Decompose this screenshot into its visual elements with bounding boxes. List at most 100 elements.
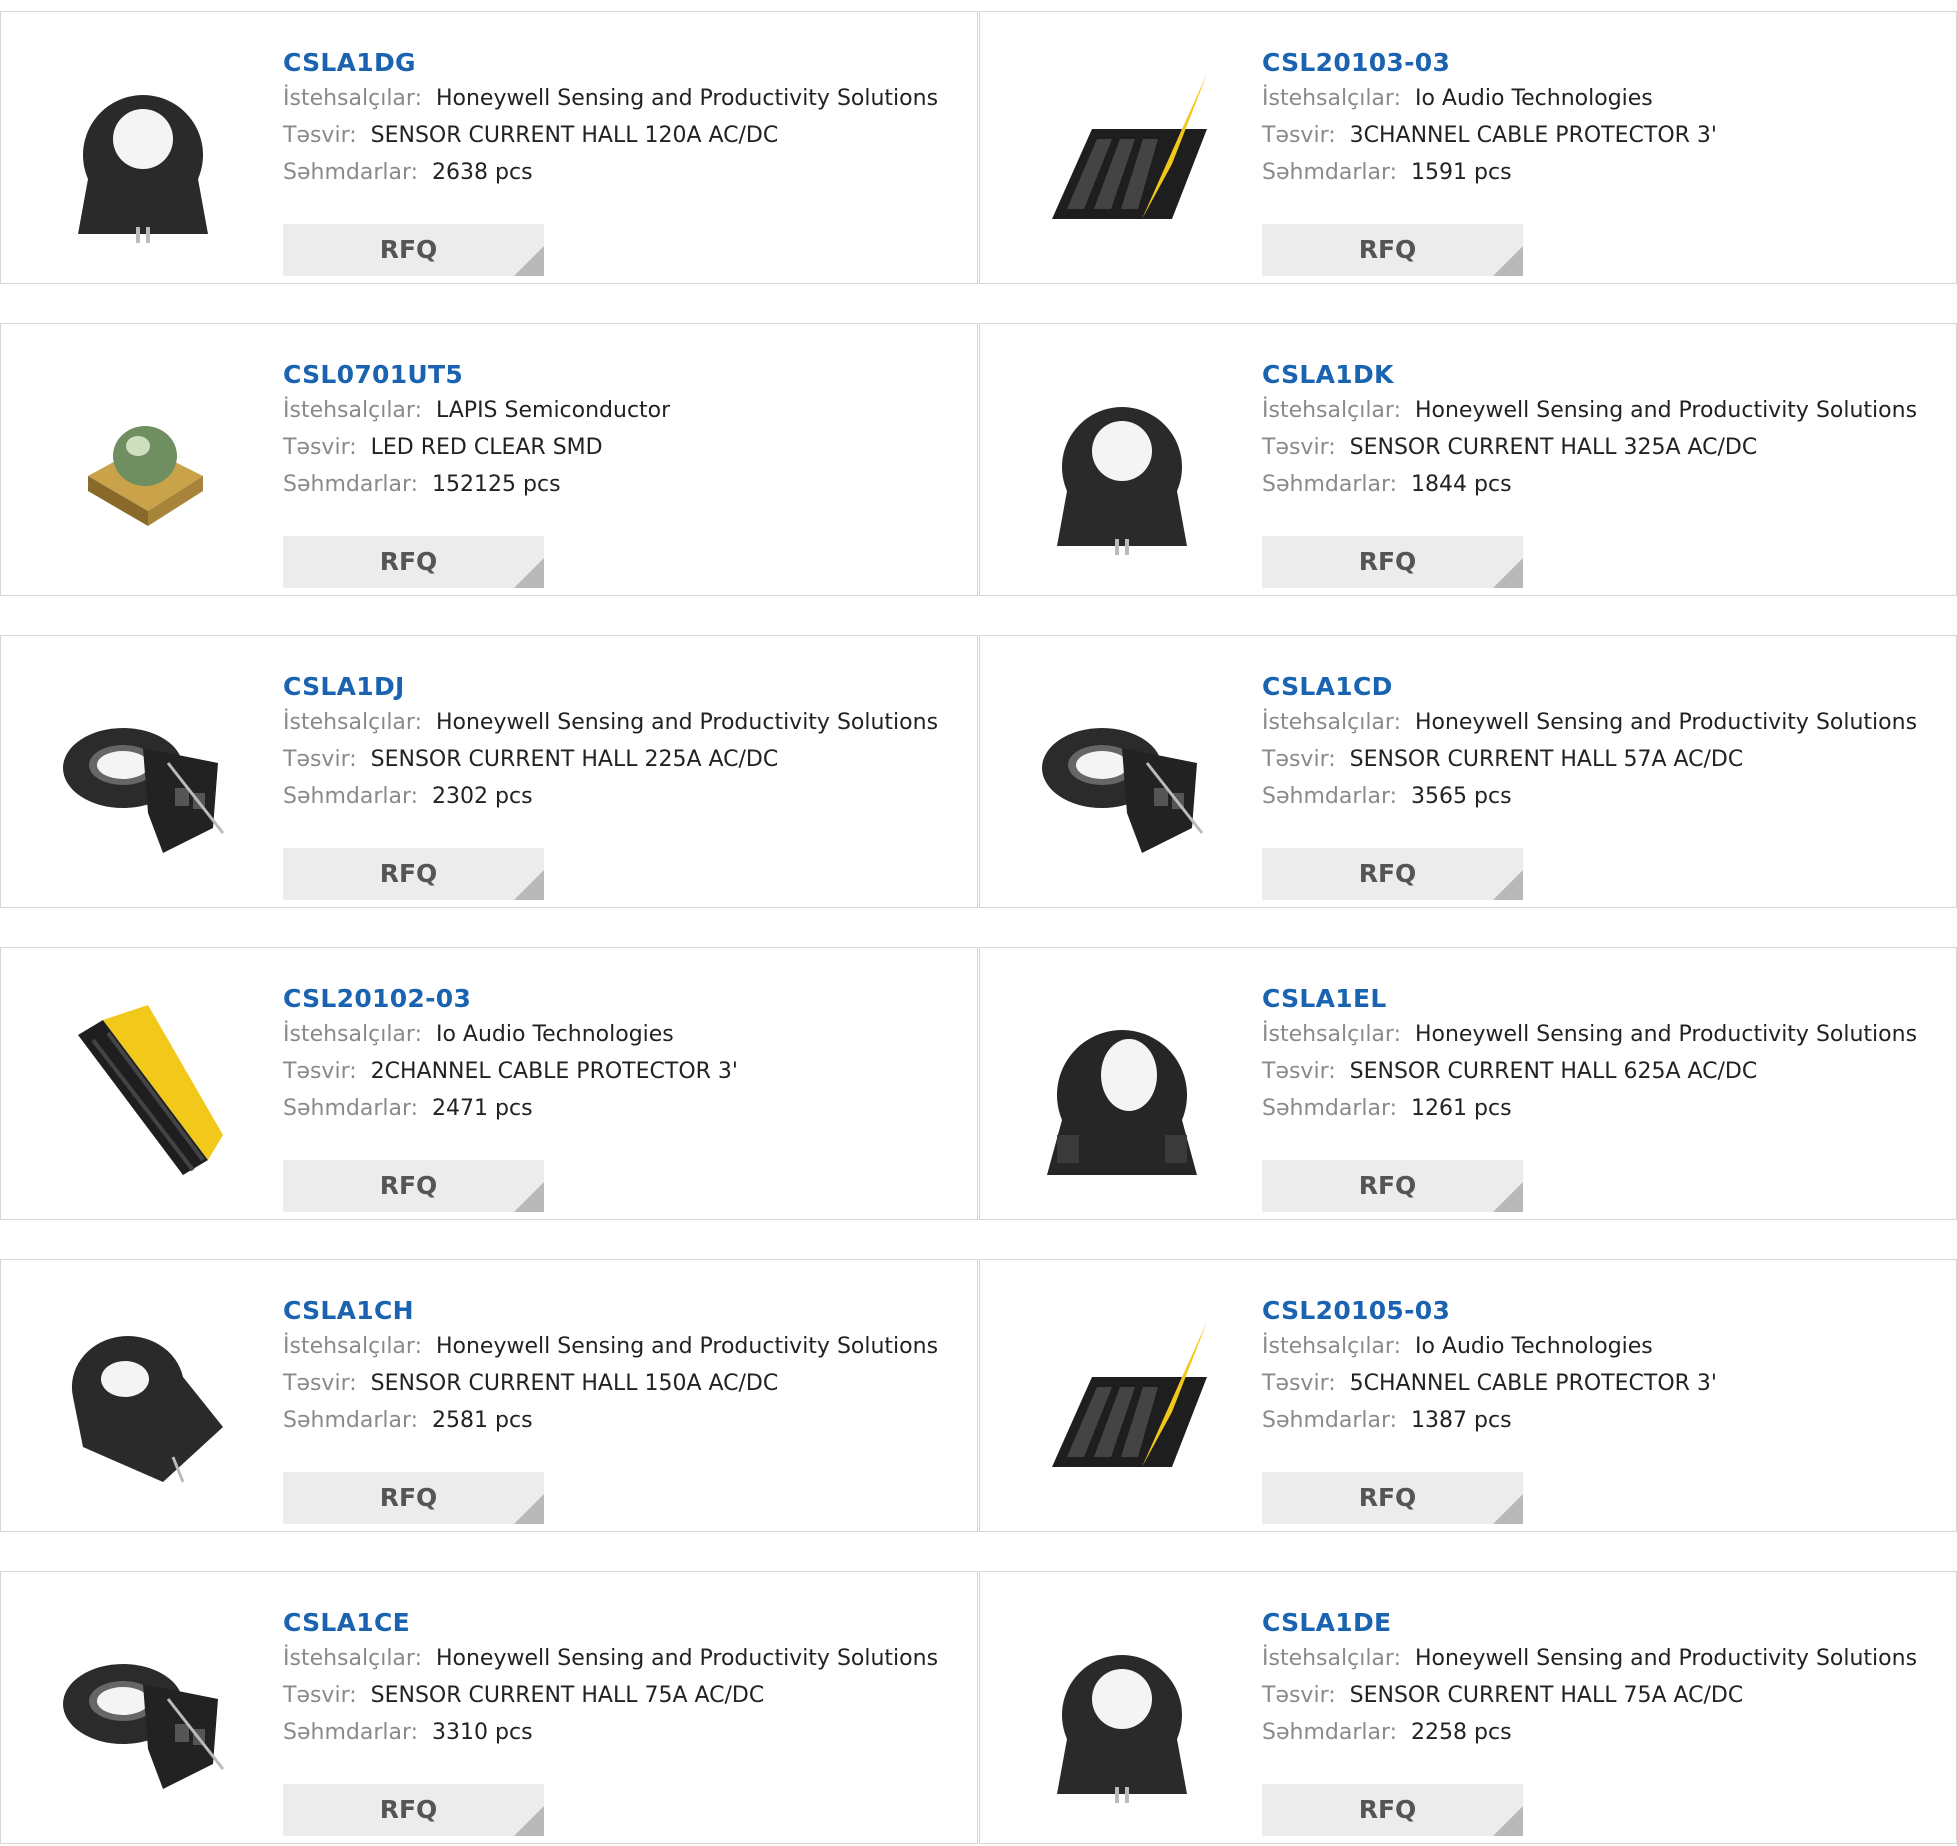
corner-triangle-icon — [514, 870, 544, 900]
product-image[interactable] — [1022, 366, 1222, 566]
product-info: CSL0701UT5 İstehsalçılar: LAPIS Semicondu… — [283, 358, 963, 588]
corner-triangle-icon — [514, 1182, 544, 1212]
product-row: CSLA1DJ İstehsalçılar: Honeywell Sensing … — [0, 635, 1957, 910]
description-value: LED RED CLEAR SMD — [370, 435, 603, 460]
product-info: CSLA1CE İstehsalçılar: Honeywell Sensing … — [283, 1606, 963, 1836]
description-value: 5CHANNEL CABLE PROTECTOR 3' — [1349, 1371, 1717, 1396]
part-number-link[interactable]: CSLA1DG — [283, 46, 963, 80]
description-label: Təsvir: — [1262, 1059, 1336, 1084]
rfq-button[interactable]: RFQ — [1262, 1160, 1523, 1212]
manufacturer-row: İstehsalçılar: Io Audio Technologies — [1262, 80, 1942, 117]
rfq-button[interactable]: RFQ — [283, 536, 544, 588]
description-label: Təsvir: — [1262, 1683, 1336, 1708]
product-card: CSLA1DG İstehsalçılar: Honeywell Sensing … — [0, 11, 978, 284]
rfq-button[interactable]: RFQ — [1262, 848, 1523, 900]
product-photo-icon — [1057, 1655, 1187, 1803]
product-row: CSLA1CE İstehsalçılar: Honeywell Sensing … — [0, 1571, 1957, 1846]
product-photo-icon — [63, 728, 225, 853]
product-image[interactable] — [43, 1614, 243, 1814]
product-row: CSLA1CH İstehsalçılar: Honeywell Sensing … — [0, 1259, 1957, 1534]
manufacturer-label: İstehsalçılar: — [283, 1646, 422, 1671]
product-image[interactable] — [1022, 678, 1222, 878]
stock-label: Səhmdarlar: — [1262, 1096, 1398, 1121]
product-card: CSLA1CH İstehsalçılar: Honeywell Sensing … — [0, 1259, 978, 1532]
part-number-link[interactable]: CSL20102-03 — [283, 982, 963, 1016]
stock-label: Səhmdarlar: — [1262, 472, 1398, 497]
part-number-link[interactable]: CSL20105-03 — [1262, 1294, 1942, 1328]
rfq-button[interactable]: RFQ — [1262, 536, 1523, 588]
product-image[interactable] — [43, 678, 243, 878]
product-image[interactable] — [43, 366, 243, 566]
product-row: CSL20102-03 İstehsalçılar: Io Audio Techn… — [0, 947, 1957, 1222]
stock-value: 1387 pcs — [1411, 1408, 1512, 1433]
product-info: CSLA1DE İstehsalçılar: Honeywell Sensing … — [1262, 1606, 1942, 1836]
manufacturer-value: Honeywell Sensing and Productivity Solut… — [1414, 1646, 1918, 1671]
product-image[interactable] — [1022, 990, 1222, 1190]
stock-row: Səhmdarlar: 152125 pcs — [283, 466, 963, 503]
product-photo-icon — [78, 1005, 223, 1175]
description-row: Təsvir: SENSOR CURRENT HALL 625A AC/DC — [1262, 1053, 1942, 1090]
part-number-link[interactable]: CSLA1DE — [1262, 1606, 1942, 1640]
part-number-link[interactable]: CSL20103-03 — [1262, 46, 1942, 80]
corner-triangle-icon — [1493, 870, 1523, 900]
stock-label: Səhmdarlar: — [283, 784, 419, 809]
description-row: Təsvir: SENSOR CURRENT HALL 57A AC/DC — [1262, 741, 1942, 778]
stock-row: Səhmdarlar: 2471 pcs — [283, 1090, 963, 1127]
stock-label: Səhmdarlar: — [283, 1720, 419, 1745]
stock-label: Səhmdarlar: — [283, 160, 419, 185]
description-label: Təsvir: — [283, 747, 357, 772]
product-card: CSLA1DK İstehsalçılar: Honeywell Sensing … — [979, 323, 1957, 596]
stock-row: Səhmdarlar: 1591 pcs — [1262, 154, 1942, 191]
rfq-button[interactable]: RFQ — [1262, 1472, 1523, 1524]
manufacturer-row: İstehsalçılar: Io Audio Technologies — [1262, 1328, 1942, 1365]
rfq-button[interactable]: RFQ — [283, 848, 544, 900]
rfq-button[interactable]: RFQ — [283, 1784, 544, 1836]
stock-label: Səhmdarlar: — [1262, 160, 1398, 185]
stock-value: 2302 pcs — [432, 784, 533, 809]
product-image[interactable] — [1022, 1302, 1222, 1502]
manufacturer-value: LAPIS Semiconductor — [435, 398, 671, 423]
product-image[interactable] — [1022, 1614, 1222, 1814]
rfq-label: RFQ — [1358, 235, 1417, 264]
manufacturer-row: İstehsalçılar: Honeywell Sensing and Prod… — [283, 704, 963, 741]
manufacturer-row: İstehsalçılar: Honeywell Sensing and Prod… — [283, 1640, 963, 1677]
description-row: Təsvir: SENSOR CURRENT HALL 120A AC/DC — [283, 117, 963, 154]
stock-value: 1591 pcs — [1411, 160, 1512, 185]
rfq-label: RFQ — [379, 235, 438, 264]
description-row: Təsvir: SENSOR CURRENT HALL 75A AC/DC — [283, 1677, 963, 1714]
rfq-button[interactable]: RFQ — [283, 1160, 544, 1212]
manufacturer-value: Honeywell Sensing and Productivity Solut… — [435, 86, 939, 111]
rfq-button[interactable]: RFQ — [283, 1472, 544, 1524]
product-image[interactable] — [43, 990, 243, 1190]
part-number-link[interactable]: CSLA1CH — [283, 1294, 963, 1328]
manufacturer-label: İstehsalçılar: — [283, 398, 422, 423]
product-info: CSLA1CD İstehsalçılar: Honeywell Sensing … — [1262, 670, 1942, 900]
product-image[interactable] — [43, 54, 243, 254]
description-value: SENSOR CURRENT HALL 225A AC/DC — [370, 747, 779, 772]
part-number-link[interactable]: CSLA1DK — [1262, 358, 1942, 392]
description-value: SENSOR CURRENT HALL 120A AC/DC — [370, 123, 779, 148]
manufacturer-label: İstehsalçılar: — [283, 86, 422, 111]
product-info: CSL20102-03 İstehsalçılar: Io Audio Techn… — [283, 982, 963, 1212]
rfq-button[interactable]: RFQ — [283, 224, 544, 276]
part-number-link[interactable]: CSL0701UT5 — [283, 358, 963, 392]
corner-triangle-icon — [514, 246, 544, 276]
part-number-link[interactable]: CSLA1CD — [1262, 670, 1942, 704]
description-row: Təsvir: 5CHANNEL CABLE PROTECTOR 3' — [1262, 1365, 1942, 1402]
description-row: Təsvir: SENSOR CURRENT HALL 225A AC/DC — [283, 741, 963, 778]
rfq-button[interactable]: RFQ — [1262, 1784, 1523, 1836]
description-value: SENSOR CURRENT HALL 57A AC/DC — [1349, 747, 1744, 772]
rfq-label: RFQ — [1358, 859, 1417, 888]
part-number-link[interactable]: CSLA1DJ — [283, 670, 963, 704]
product-image[interactable] — [43, 1302, 243, 1502]
manufacturer-label: İstehsalçılar: — [283, 710, 422, 735]
rfq-button[interactable]: RFQ — [1262, 224, 1523, 276]
product-card: CSL20105-03 İstehsalçılar: Io Audio Techn… — [979, 1259, 1957, 1532]
stock-row: Səhmdarlar: 2258 pcs — [1262, 1714, 1942, 1751]
product-image[interactable] — [1022, 54, 1222, 254]
product-info: CSL20103-03 İstehsalçılar: Io Audio Techn… — [1262, 46, 1942, 276]
part-number-link[interactable]: CSLA1CE — [283, 1606, 963, 1640]
manufacturer-value: Honeywell Sensing and Productivity Solut… — [1414, 398, 1918, 423]
manufacturer-row: İstehsalçılar: Honeywell Sensing and Prod… — [1262, 1640, 1942, 1677]
part-number-link[interactable]: CSLA1EL — [1262, 982, 1942, 1016]
